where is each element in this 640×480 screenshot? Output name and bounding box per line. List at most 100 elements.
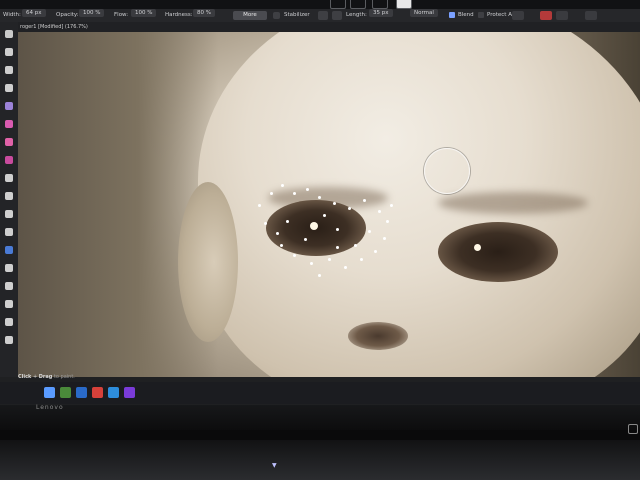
spot [336, 246, 339, 249]
active-persona-icon[interactable] [396, 0, 412, 9]
spot [363, 199, 366, 202]
laptop-brand-logo: Lenovo [36, 404, 64, 411]
spot [383, 237, 386, 240]
spot [318, 274, 321, 277]
red-eye-icon[interactable] [5, 264, 13, 272]
clone-icon[interactable] [5, 210, 13, 218]
width-field[interactable]: 64 px [22, 9, 46, 17]
hardness-label: Hardness: [165, 12, 193, 18]
screen: Width: 64 px Opacity: 100 % Flow: 100 % … [0, 0, 640, 405]
smudge-icon[interactable] [5, 282, 13, 290]
windows-start-icon[interactable] [44, 387, 55, 398]
pixel-icon[interactable] [5, 102, 13, 110]
brush-cursor [424, 148, 470, 194]
flow-label: Flow: [114, 12, 129, 18]
more-button[interactable]: More [233, 11, 267, 20]
healing-icon[interactable] [5, 228, 13, 236]
spot [293, 254, 296, 257]
status-hint-sep: + [31, 374, 39, 380]
tools-panel [0, 22, 18, 377]
erase-icon[interactable] [5, 120, 13, 128]
windows-taskbar [0, 382, 640, 404]
laptop-bezel [0, 405, 640, 480]
power-button-icon[interactable] [628, 424, 638, 434]
photo-canvas[interactable] [18, 32, 640, 377]
crop-icon[interactable] [5, 66, 13, 74]
spot [318, 196, 321, 199]
spot [386, 220, 389, 223]
fill-icon[interactable] [5, 138, 13, 146]
paint-brush-icon[interactable] [5, 84, 13, 92]
force-pressure-icon[interactable] [556, 11, 568, 20]
opacity-field[interactable]: 100 % [79, 9, 105, 17]
status-bar: Click + Drag to paint. [18, 372, 218, 382]
affinity-photo-icon[interactable] [124, 387, 135, 398]
text-icon[interactable] [5, 300, 13, 308]
persona-icon[interactable] [330, 0, 346, 9]
info-icon[interactable] [585, 11, 597, 20]
hardness-field[interactable]: 80 % [193, 9, 215, 17]
right-eyebrow [438, 192, 588, 214]
spot [293, 192, 296, 195]
status-hint-click: Click [18, 374, 32, 380]
spot [348, 207, 351, 210]
spot [390, 204, 393, 207]
blend-mode-select[interactable]: Normal [410, 9, 438, 17]
length-label: Length: [346, 12, 367, 18]
edge-icon[interactable] [108, 387, 119, 398]
baby-ear [178, 182, 238, 342]
right-eye [438, 222, 558, 282]
protect-alpha-checkbox[interactable] [478, 12, 484, 18]
shape-icon[interactable] [5, 318, 13, 326]
spot [281, 184, 284, 187]
left-eye-glint [310, 222, 318, 230]
blend-label: Blend [458, 12, 474, 18]
document-tab[interactable]: roger1 [Modified] (176.7%) [20, 22, 88, 32]
burn-icon[interactable] [5, 192, 13, 200]
spot [310, 262, 313, 265]
persona-icon[interactable] [372, 0, 388, 9]
blend-checkbox[interactable] [449, 12, 455, 18]
spot [264, 222, 267, 225]
brush-preset-icon[interactable] [512, 11, 524, 20]
gradient-icon[interactable] [5, 156, 13, 164]
laptop-hinge [0, 430, 640, 440]
wet-edges-icon[interactable] [273, 12, 280, 19]
dodge-icon[interactable] [5, 174, 13, 182]
spot [304, 238, 307, 241]
status-hint-drag: Drag [38, 374, 53, 380]
opacity-label: Opacity: [56, 12, 79, 18]
right-eye-glint [474, 244, 481, 251]
rope-mode-icon[interactable] [318, 11, 328, 20]
photo-frame: Width: 64 px Opacity: 100 % Flow: 100 % … [0, 0, 640, 480]
store-icon[interactable] [76, 387, 87, 398]
spot [333, 202, 336, 205]
zoom-icon[interactable] [5, 336, 13, 344]
spot [374, 250, 377, 253]
chrome-icon[interactable] [92, 387, 103, 398]
lid-notch-icon: ▼ [272, 462, 277, 469]
selection-icon[interactable] [5, 48, 13, 56]
status-hint-rest: to paint. [52, 374, 75, 380]
pressure-icon[interactable] [540, 11, 552, 20]
spot [286, 220, 289, 223]
spot [336, 228, 339, 231]
persona-icon[interactable] [350, 0, 366, 9]
flow-field[interactable]: 100 % [131, 9, 157, 17]
blemish-icon[interactable] [5, 246, 13, 254]
spot [368, 230, 371, 233]
spot [280, 244, 283, 247]
stabilizer-label: Stabilizer [284, 12, 310, 18]
spot [360, 258, 363, 261]
width-label: Width: [3, 12, 21, 18]
spot [378, 210, 381, 213]
document-tab-bar: roger1 [Modified] (176.7%) [0, 22, 640, 32]
length-field[interactable]: 35 px [369, 9, 393, 17]
move-icon[interactable] [5, 30, 13, 38]
file-explorer-icon[interactable] [60, 387, 71, 398]
nose [348, 322, 408, 350]
spot [276, 232, 279, 235]
spot [354, 244, 357, 247]
spot [328, 258, 331, 261]
window-mode-icon[interactable] [332, 11, 342, 20]
